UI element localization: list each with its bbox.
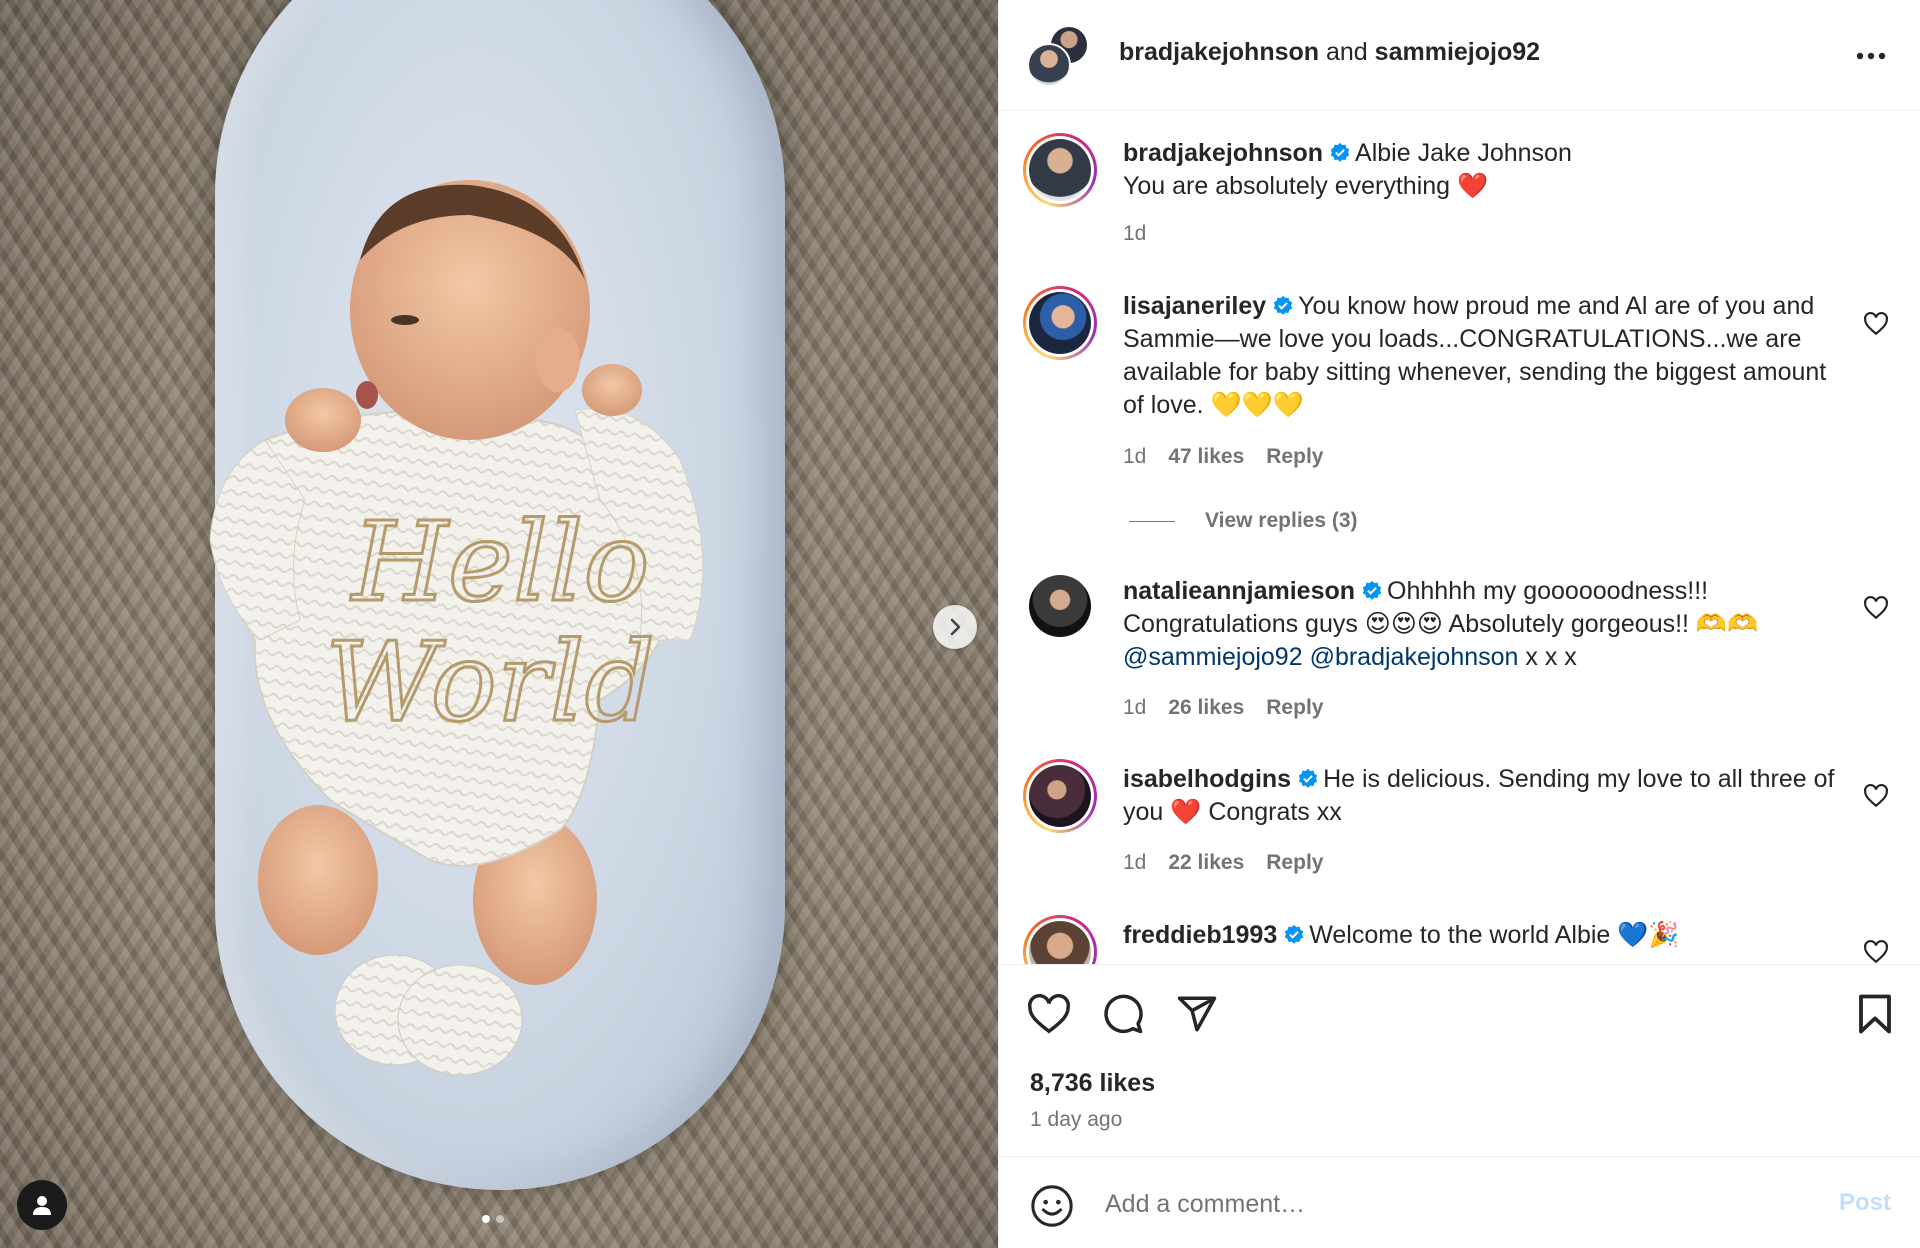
comment-like-heart-icon[interactable] bbox=[1863, 595, 1889, 621]
carousel-dot bbox=[496, 1215, 504, 1223]
add-comment-bar: Post bbox=[999, 1156, 1920, 1248]
comment-time[interactable]: 1d bbox=[1123, 445, 1146, 469]
post-authors: bradjakejohnson and sammiejojo92 bbox=[1119, 38, 1540, 67]
baby-illustration: Hello World bbox=[209, 180, 704, 1076]
comment-username[interactable]: isabelhodgins bbox=[1123, 765, 1291, 793]
comment-text: lisajaneriley You know how proud me and A… bbox=[1123, 290, 1843, 422]
mention-link[interactable]: @bradjakejohnson bbox=[1310, 643, 1519, 671]
verified-badge-icon bbox=[1273, 295, 1293, 315]
comment-time[interactable]: 1d bbox=[1123, 851, 1146, 875]
avatar[interactable] bbox=[1029, 575, 1091, 637]
comment-text: freddieb1993 Welcome to the world Albie 💙… bbox=[1123, 919, 1843, 952]
reply-button[interactable]: Reply bbox=[1266, 445, 1323, 469]
post-actions: 8,736 likes 1 day ago bbox=[999, 964, 1920, 1156]
save-button[interactable] bbox=[1851, 990, 1899, 1038]
more-options-button[interactable] bbox=[1851, 36, 1891, 76]
caption-line1: Albie Jake Johnson bbox=[1355, 139, 1572, 167]
carousel-dot-active bbox=[482, 1215, 490, 1223]
comment-likes[interactable]: 22 likes bbox=[1168, 851, 1244, 875]
view-replies-button[interactable]: View replies (3) bbox=[1129, 509, 1358, 533]
replies-divider bbox=[1129, 520, 1175, 522]
avatar bbox=[1027, 43, 1071, 87]
verified-badge-icon bbox=[1285, 924, 1304, 944]
post-comment-button[interactable]: Post bbox=[1839, 1189, 1891, 1217]
comment-username[interactable]: natalieannjamieson bbox=[1123, 577, 1355, 605]
comment-like-heart-icon[interactable] bbox=[1863, 783, 1889, 809]
garment-text: Hello bbox=[350, 498, 650, 626]
comment-body-end: Congrats xx bbox=[1208, 798, 1342, 826]
verified-badge-icon bbox=[1298, 768, 1318, 788]
post-timestamp[interactable]: 1 day ago bbox=[1030, 1108, 1122, 1132]
comment-like-heart-icon[interactable] bbox=[1863, 939, 1889, 964]
comment-bubble-icon bbox=[1104, 994, 1143, 1034]
comment-time[interactable]: 1d bbox=[1123, 696, 1146, 720]
heart-emoji: ❤️ bbox=[1170, 798, 1202, 826]
caption-time[interactable]: 1d bbox=[1123, 222, 1146, 246]
caption-line2: You are absolutely everything bbox=[1123, 172, 1451, 200]
comment-button[interactable] bbox=[1099, 990, 1147, 1038]
comment-like-heart-icon[interactable] bbox=[1863, 311, 1889, 337]
comment-username[interactable]: freddieb1993 bbox=[1123, 921, 1277, 949]
bookmark-icon bbox=[1859, 994, 1891, 1034]
verified-badge-icon bbox=[1330, 142, 1350, 162]
caption-username[interactable]: bradjakejohnson bbox=[1123, 139, 1323, 167]
svg-text:World: World bbox=[325, 618, 655, 746]
post-photo[interactable]: Hello World bbox=[0, 0, 998, 1248]
comment-meta: 1d 22 likes Reply bbox=[1123, 851, 1323, 875]
avatar[interactable] bbox=[1023, 915, 1097, 964]
caption-text: bradjakejohnson Albie Jake Johnson You ar… bbox=[1123, 137, 1843, 203]
more-icon bbox=[1856, 52, 1886, 60]
collab-avatars[interactable] bbox=[1027, 25, 1089, 87]
like-button[interactable] bbox=[1025, 990, 1073, 1038]
carousel-next-button[interactable] bbox=[933, 605, 977, 649]
comment-likes[interactable]: 26 likes bbox=[1168, 696, 1244, 720]
heart-icon bbox=[1027, 994, 1071, 1034]
reply-button[interactable]: Reply bbox=[1266, 696, 1323, 720]
likes-count[interactable]: 8,736 likes bbox=[1030, 1069, 1155, 1098]
verified-badge-icon bbox=[1362, 580, 1382, 600]
coauthor-username-link[interactable]: sammiejojo92 bbox=[1375, 38, 1540, 66]
caption-meta: 1d bbox=[1123, 222, 1146, 246]
post-header: bradjakejohnson and sammiejojo92 bbox=[999, 0, 1920, 111]
heart-emoji: ❤️ bbox=[1457, 172, 1489, 200]
avatar[interactable] bbox=[1023, 759, 1097, 833]
comment-likes[interactable]: 47 likes bbox=[1168, 445, 1244, 469]
comment-meta: 1d 26 likes Reply bbox=[1123, 696, 1323, 720]
reply-button[interactable]: Reply bbox=[1266, 851, 1323, 875]
paper-plane-icon bbox=[1177, 996, 1217, 1032]
avatar[interactable] bbox=[1023, 286, 1097, 360]
share-button[interactable] bbox=[1173, 990, 1221, 1038]
comment-input[interactable] bbox=[1103, 1177, 1787, 1231]
carousel-indicator bbox=[482, 1215, 504, 1223]
comments-list[interactable]: bradjakejohnson Albie Jake Johnson You ar… bbox=[999, 111, 1920, 964]
avatar[interactable] bbox=[1023, 133, 1097, 207]
emoji-icon[interactable] bbox=[1029, 1183, 1075, 1229]
comment-text: natalieannjamieson Ohhhhh my goooooodness… bbox=[1123, 575, 1843, 674]
mention-link[interactable]: @sammiejojo92 bbox=[1123, 643, 1303, 671]
comment-body: Welcome to the world Albie 💙🎉 bbox=[1309, 921, 1680, 949]
comment-text: isabelhodgins He is delicious. Sending my… bbox=[1123, 763, 1843, 829]
post-side-pane: bradjakejohnson and sammiejojo92 bradjak… bbox=[998, 0, 1920, 1248]
comment-username[interactable]: lisajaneriley bbox=[1123, 292, 1266, 320]
comment-body-end: x x x bbox=[1525, 643, 1577, 671]
view-replies-label: View replies (3) bbox=[1205, 509, 1358, 532]
user-icon bbox=[33, 1196, 51, 1215]
chevron-right-icon bbox=[950, 618, 961, 636]
tagged-users-button[interactable] bbox=[17, 1180, 67, 1230]
comment-meta: 1d 47 likes Reply bbox=[1123, 445, 1323, 469]
author-conjunction: and bbox=[1326, 38, 1368, 66]
author-username-link[interactable]: bradjakejohnson bbox=[1119, 38, 1319, 66]
